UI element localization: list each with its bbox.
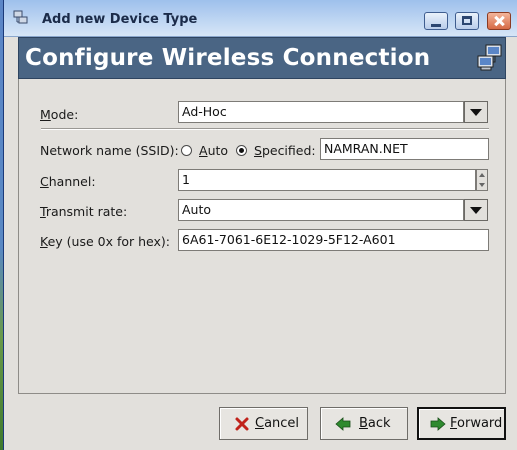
header-banner: Configure Wireless Connection — [18, 37, 506, 79]
dialog-window: Add new Device Type Configure Wireless C… — [3, 0, 517, 450]
chevron-down-icon[interactable] — [479, 183, 485, 187]
ssid-label: Network name (SSID): — [40, 143, 179, 158]
ssid-input[interactable]: NAMRAN.NET — [320, 138, 489, 160]
mode-label: Mode: — [40, 107, 79, 122]
mode-dropdown-button[interactable] — [464, 101, 488, 123]
maximize-button[interactable] — [455, 12, 479, 30]
minimize-button[interactable] — [424, 12, 448, 30]
ssid-specified-radio[interactable] — [236, 145, 247, 156]
page-title: Configure Wireless Connection — [25, 45, 431, 71]
form-panel: Mode: Ad-Hoc Network name (SSID): Auto S… — [18, 79, 506, 394]
close-button[interactable] — [487, 12, 511, 30]
window-title: Add new Device Type — [42, 12, 198, 27]
ssid-specified-label[interactable]: Specified: — [254, 143, 316, 158]
transmit-rate-dropdown-button[interactable] — [464, 199, 488, 221]
arrow-left-icon — [335, 417, 351, 431]
cancel-x-icon — [235, 417, 249, 431]
transmit-rate-select[interactable]: Auto — [178, 199, 464, 221]
title-bar[interactable]: Add new Device Type — [4, 0, 517, 37]
channel-label: Channel: — [40, 174, 96, 189]
separator — [41, 128, 489, 130]
mode-select[interactable]: Ad-Hoc — [178, 101, 464, 123]
back-button[interactable]: Back — [320, 407, 408, 440]
forward-button[interactable]: Forward — [417, 407, 506, 440]
network-app-icon — [13, 10, 28, 24]
back-label: Back — [359, 416, 391, 431]
cancel-button[interactable]: Cancel — [219, 407, 308, 440]
ssid-auto-label[interactable]: Auto — [199, 143, 228, 158]
channel-input[interactable]: 1 — [178, 169, 476, 191]
cancel-label: Cancel — [255, 416, 300, 431]
key-label: Key (use 0x for hex): — [40, 234, 170, 249]
forward-label: Forward — [450, 416, 503, 431]
arrow-right-icon — [430, 417, 446, 431]
channel-spinner[interactable] — [476, 169, 488, 191]
ssid-auto-radio[interactable] — [181, 145, 192, 156]
network-computers-icon — [477, 44, 502, 71]
chevron-up-icon[interactable] — [479, 173, 485, 177]
transmit-rate-label: Transmit rate: — [40, 204, 128, 219]
key-input[interactable]: 6A61-7061-6E12-1029-5F12-A601 — [178, 229, 489, 251]
